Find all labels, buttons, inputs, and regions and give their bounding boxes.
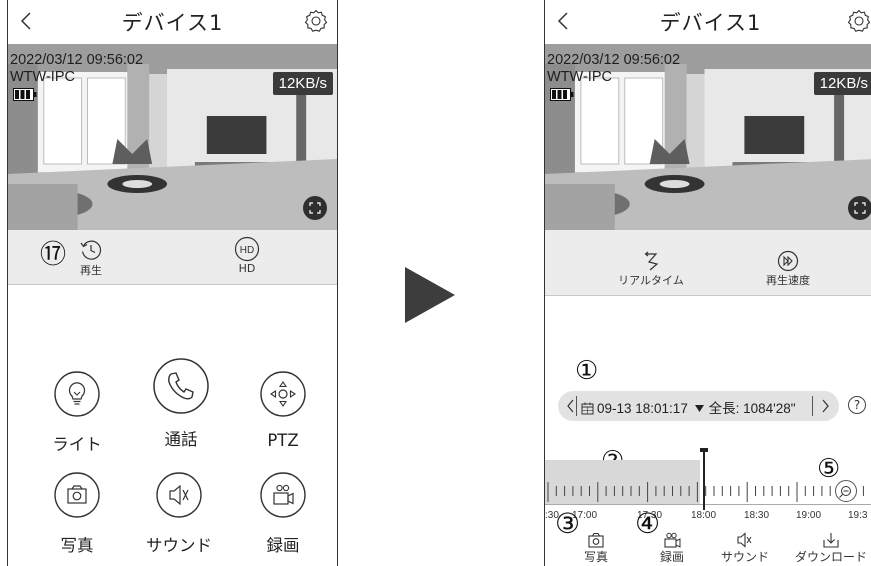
bitrate-badge: 12KB/s <box>813 72 871 95</box>
app-header: デバイス1 <box>545 0 871 44</box>
download-button[interactable]: ダウンロード <box>789 532 871 565</box>
camera-icon <box>54 472 100 518</box>
calendar-icon <box>581 402 594 415</box>
callout-badge-17: ⑰ <box>40 240 67 270</box>
battery-icon <box>550 88 574 101</box>
page-title: デバイス1 <box>121 11 224 35</box>
dropdown-caret-icon <box>694 405 704 412</box>
light-button[interactable]: ライト <box>37 368 117 455</box>
timestamp-overlay: 2022/03/12 09:56:02 <box>547 52 681 68</box>
timeline-label: 19:3 <box>848 510 868 521</box>
app-header: デバイス1 <box>8 0 337 44</box>
timeline-label: 19:00 <box>796 510 822 521</box>
record-label: 録画 <box>659 550 684 564</box>
record-button[interactable]: 録画 <box>637 532 707 565</box>
snapshot-button[interactable]: 写真 <box>561 532 631 565</box>
camera-name-overlay: WTW-IPC <box>10 69 75 85</box>
live-video-view[interactable]: 2022/03/12 09:56:02 WTW-IPC 12KB/s <box>8 44 337 230</box>
download-label: ダウンロード <box>794 550 867 564</box>
zoom-out-icon[interactable] <box>835 480 857 502</box>
snapshot-label: 写真 <box>60 536 94 555</box>
next-chevron-icon[interactable] <box>820 398 830 414</box>
record-label: 録画 <box>266 536 300 555</box>
hd-label: HD <box>238 262 256 275</box>
sound-button[interactable]: サウンド <box>710 532 780 565</box>
transition-arrow-icon <box>405 267 455 323</box>
video-record-icon <box>260 472 306 518</box>
page-title: デバイス1 <box>659 11 762 35</box>
playback-button[interactable]: 再生 <box>68 238 114 278</box>
sound-label: サウンド <box>146 536 212 555</box>
sound-label: サウンド <box>720 550 769 564</box>
hd-icon-text: HD <box>240 245 254 256</box>
settings-gear-icon[interactable] <box>846 8 871 34</box>
battery-icon <box>13 88 37 101</box>
help-icon[interactable]: ? <box>848 396 866 414</box>
camera-icon <box>588 532 604 548</box>
ptz-icon <box>260 371 306 417</box>
ptz-label: PTZ <box>267 431 299 450</box>
playback-label: 再生 <box>80 264 102 277</box>
camera-name-overlay: WTW-IPC <box>547 69 612 85</box>
light-label: ライト <box>52 435 102 454</box>
realtime-label: リアルタイム <box>618 274 684 287</box>
call-label: 通話 <box>164 430 198 449</box>
timeline-label: 18:30 <box>744 510 770 521</box>
snapshot-button[interactable]: 写真 <box>37 469 117 556</box>
playback-video-view[interactable]: 2022/03/12 09:56:02 WTW-IPC 12KB/s <box>545 44 871 230</box>
date-time-text: 09-13 18:01:17 <box>597 401 688 416</box>
playback-speed-button[interactable]: 再生速度 <box>753 250 823 288</box>
video-record-icon <box>664 532 681 548</box>
speed-forward-icon <box>777 250 799 272</box>
timeline-ticks <box>547 482 864 502</box>
callout-badge-1: ① <box>575 356 599 386</box>
settings-gear-icon[interactable] <box>303 8 329 34</box>
download-icon <box>823 533 839 548</box>
hd-icon: HD <box>234 236 260 262</box>
playback-timeline[interactable]: :30 17:00 17:30 18:00 18:30 19:00 19:3 <box>545 448 871 526</box>
record-button[interactable]: 録画 <box>243 469 323 556</box>
fullscreen-icon[interactable] <box>848 196 871 220</box>
sound-button[interactable]: サウンド <box>139 469 219 556</box>
bulb-icon <box>54 371 100 417</box>
phone-screen-playback: デバイス1 2022/03/12 09:56:02 WTW-IPC 12KB/s… <box>544 0 871 566</box>
total-length-text: 全長: 1084'28" <box>708 401 796 416</box>
timeline-cursor[interactable] <box>703 450 705 510</box>
ptz-button[interactable]: PTZ <box>243 368 323 450</box>
realtime-return-icon <box>644 251 659 271</box>
timestamp-overlay: 2022/03/12 09:56:02 <box>10 52 144 68</box>
call-button[interactable]: 通話 <box>141 356 221 450</box>
speaker-mute-icon <box>156 472 202 518</box>
fullscreen-icon[interactable] <box>303 196 327 220</box>
snapshot-label: 写真 <box>583 550 608 564</box>
phone-screen-live: デバイス1 2022/03/12 09:56:02 WTW-IPC 12KB/s… <box>7 0 338 566</box>
playback-date-selector[interactable]: 09-13 18:01:17 全長: 1084'28" <box>558 391 839 421</box>
prev-chevron-icon[interactable] <box>566 398 576 414</box>
hd-button[interactable]: HD HD <box>224 236 270 275</box>
speaker-mute-icon <box>737 532 752 548</box>
playback-toolbar: リアルタイム 再生速度 <box>545 230 871 296</box>
phone-icon <box>153 358 209 414</box>
date-display: 09-13 18:01:17 全長: 1084'28" <box>581 397 796 417</box>
timeline-label: 18:00 <box>691 510 717 521</box>
live-toolbar: ⑰ 再生 HD HD <box>8 230 337 285</box>
speed-label: 再生速度 <box>766 274 810 287</box>
realtime-button[interactable]: リアルタイム <box>611 250 691 288</box>
history-clock-icon <box>80 240 102 260</box>
bitrate-badge: 12KB/s <box>272 72 333 95</box>
